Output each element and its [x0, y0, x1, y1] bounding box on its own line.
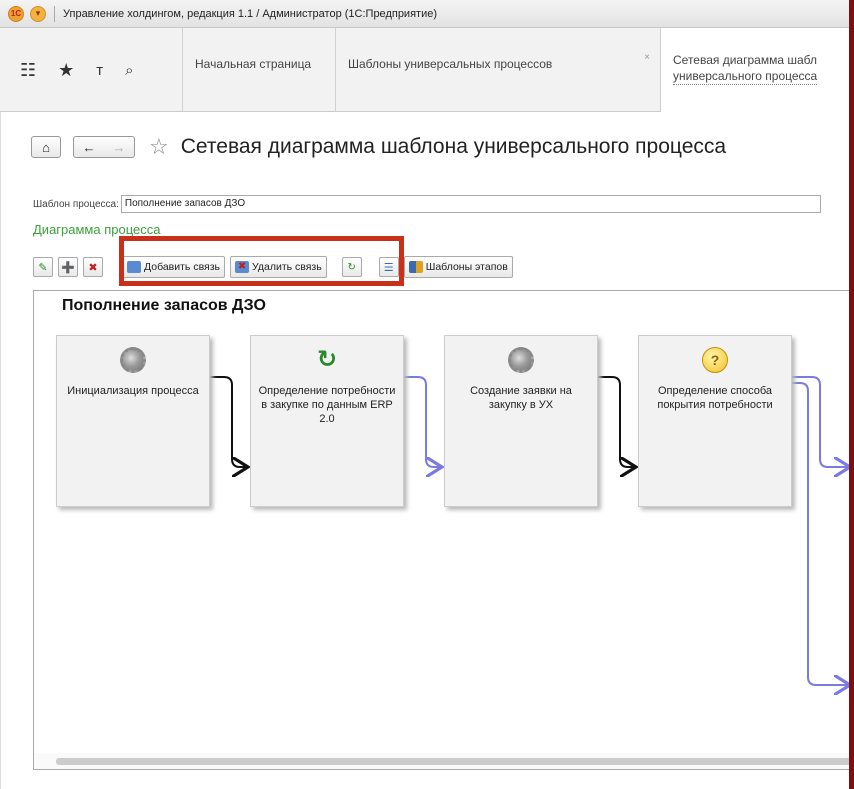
add-stage-icon[interactable]: ➕	[58, 257, 78, 277]
link-1-2	[210, 376, 248, 467]
link-4-5	[792, 376, 850, 467]
gear-icon	[120, 347, 146, 373]
stage-node[interactable]: Создание заявки на закупку в УХ	[444, 335, 598, 507]
forward-arrow-icon[interactable]: →	[113, 140, 126, 155]
history-nav: ← →	[73, 136, 135, 158]
refresh-icon: ↻	[316, 346, 338, 373]
favorites-star-icon[interactable]: ★	[58, 60, 74, 81]
stage-label: Определение потребности в закупке по дан…	[258, 385, 396, 425]
back-arrow-icon[interactable]: ←	[83, 140, 96, 155]
tab-home-label: Начальная страница	[195, 57, 312, 71]
stage-node[interactable]: ? Определение способа покрытия потребнос…	[638, 335, 792, 507]
window-edge	[849, 0, 854, 789]
title-bar: 1С ▾ Управление холдингом, редакция 1.1 …	[0, 0, 854, 28]
tab-network-diagram-label-2: универсального процесса	[673, 69, 818, 85]
link-3-4	[598, 376, 636, 467]
delete-stage-icon[interactable]: ✖	[83, 257, 103, 277]
tab-network-diagram[interactable]: Сетевая диаграмма шабл универсального пр…	[660, 28, 854, 112]
home-icon: ⌂	[42, 139, 50, 155]
stage-node[interactable]: Инициализация процесса	[56, 335, 210, 507]
stage-templates-button[interactable]: Шаблоны этапов	[403, 256, 513, 278]
section-title: Диаграмма процесса	[33, 222, 161, 237]
stage-templates-label: Шаблоны этапов	[425, 261, 508, 273]
gear-icon	[508, 347, 534, 373]
process-template-input[interactable]: Пополнение запасов ДЗО	[120, 195, 821, 213]
search-icon[interactable]: ⌕	[125, 62, 133, 79]
tab-network-diagram-label-1: Сетевая диаграмма шабл	[673, 53, 817, 67]
stage-templates-icon	[408, 261, 423, 273]
horizontal-scrollbar[interactable]	[34, 753, 854, 769]
tab-close-icon[interactable]: ×	[644, 50, 650, 66]
stage-label: Инициализация процесса	[67, 385, 199, 397]
stage-label: Определение способа покрытия потребности	[657, 385, 773, 411]
history-icon[interactable]: ᴛ	[96, 62, 103, 79]
stage-node[interactable]: ↻ Определение потребности в закупке по д…	[250, 335, 404, 507]
main-menu-button[interactable]: ▾	[30, 5, 46, 22]
favorite-star-icon[interactable]: ☆	[149, 134, 169, 160]
tab-home[interactable]: Начальная страница	[182, 28, 335, 112]
question-icon: ?	[702, 347, 728, 373]
content-area: ⌂ ← → ☆ Сетевая диаграмма шаблона универ…	[0, 112, 854, 789]
tab-process-templates[interactable]: Шаблоны универсальных процессов ×	[335, 28, 660, 112]
app-logo-icon: 1С	[8, 5, 24, 22]
page-header: ⌂ ← → ☆ Сетевая диаграмма шаблона универ…	[31, 134, 726, 160]
highlight-annotation	[119, 236, 404, 286]
window-title: Управление холдингом, редакция 1.1 / Адм…	[63, 7, 437, 20]
tab-process-templates-label: Шаблоны универсальных процессов	[348, 57, 553, 71]
process-diagram[interactable]: Пополнение запасов ДЗО Инициализация про…	[33, 290, 854, 770]
nav-icons: ☷ ★ ᴛ ⌕	[0, 28, 180, 112]
page-title: Сетевая диаграмма шаблона универсального…	[180, 135, 727, 158]
edit-pencil-icon[interactable]: ✎	[33, 257, 53, 277]
home-button[interactable]: ⌂	[31, 136, 61, 158]
stage-label: Создание заявки на закупку в УХ	[470, 385, 572, 411]
scrollbar-thumb[interactable]	[56, 758, 854, 765]
apps-grid-icon[interactable]: ☷	[20, 60, 36, 81]
title-separator	[54, 5, 55, 22]
process-template-field: Шаблон процесса: Пополнение запасов ДЗО	[33, 195, 821, 213]
link-2-3	[404, 376, 442, 467]
tab-area: ☷ ★ ᴛ ⌕ Начальная страница Шаблоны униве…	[0, 28, 854, 112]
process-template-label: Шаблон процесса:	[33, 198, 119, 210]
